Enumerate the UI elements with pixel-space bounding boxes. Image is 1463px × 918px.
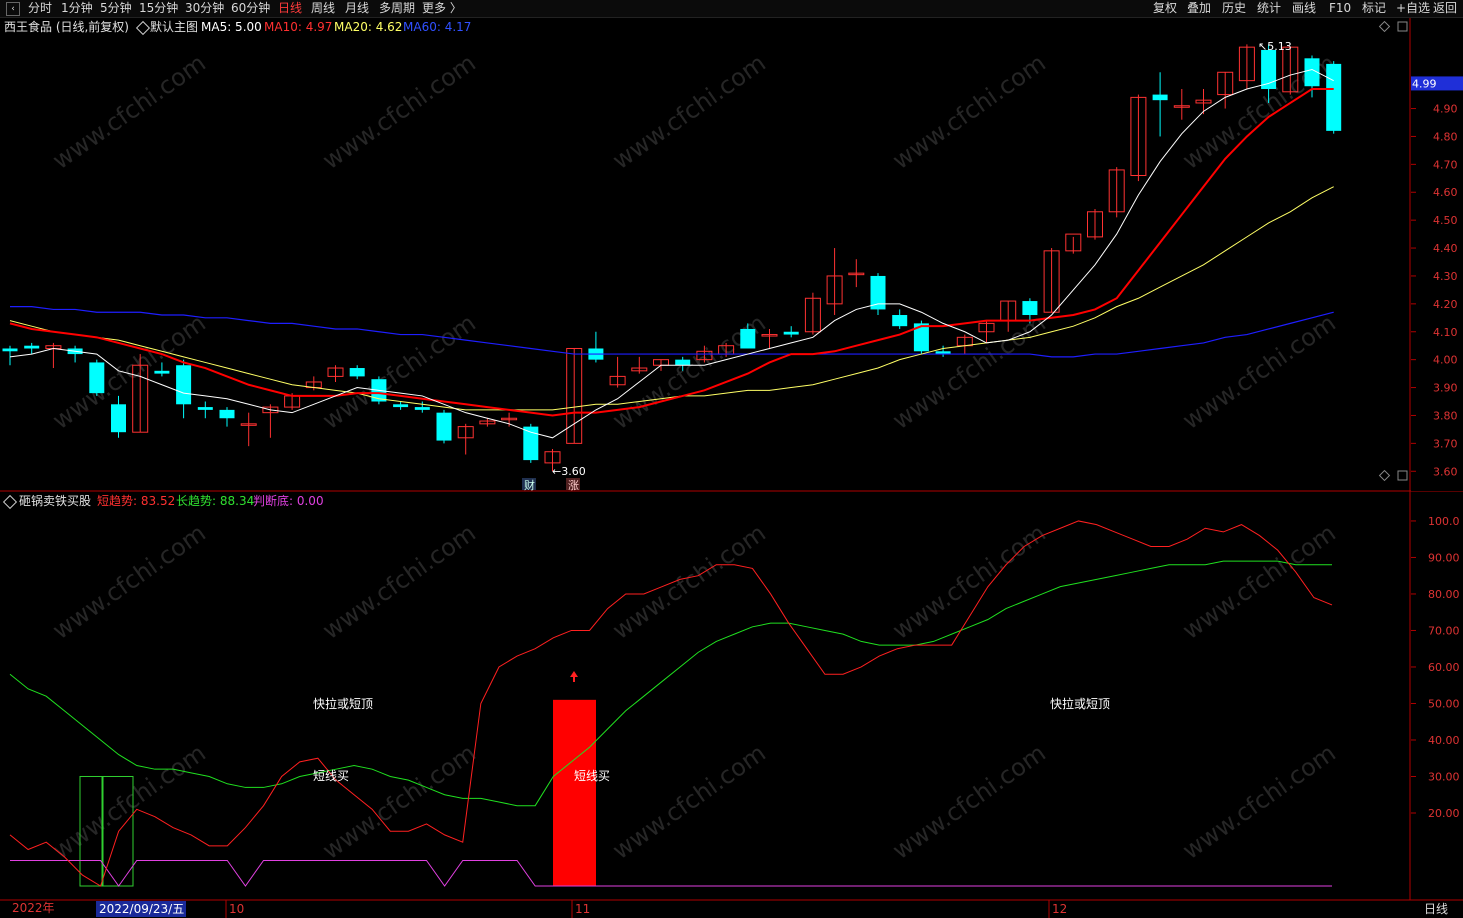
bottom-judge-line <box>10 859 1332 887</box>
price-label: 4.70 <box>1433 158 1458 171</box>
price-label: 3.70 <box>1433 437 1458 450</box>
candle-body <box>111 404 126 433</box>
candle-body <box>436 412 452 441</box>
time-month-12: 12 <box>1052 902 1067 916</box>
watermark: www.cfchi.com <box>47 519 210 645</box>
watermark: www.cfchi.com <box>317 519 480 645</box>
indicator-label: 20.00 <box>1428 807 1460 820</box>
low-marker: ←3.60 <box>552 465 586 478</box>
time-month-11: 11 <box>575 902 590 916</box>
indicator-label: 90.00 <box>1428 551 1460 564</box>
signal-top-label: 快拉或短顶 <box>313 696 373 711</box>
signal-buy-label: 短线买 <box>574 769 610 783</box>
high-marker: ↖5.13 <box>1258 40 1292 53</box>
chart-canvas[interactable]: 4.90 4.80 4.70 4.60 4.50 4.40 4.30 4.20 4.10 4.00… <box>0 0 1463 918</box>
price-label: 3.80 <box>1433 409 1458 422</box>
watermark: www.cfchi.com <box>317 739 480 865</box>
square-icon <box>1397 470 1408 481</box>
price-label: 4.20 <box>1433 298 1458 311</box>
candle-body <box>219 409 235 419</box>
candle-body <box>523 426 539 461</box>
zhang-badge: 涨 <box>568 479 579 492</box>
candle-body <box>2 348 18 352</box>
signal-top-label: 快拉或短顶 <box>1050 696 1110 711</box>
candle-body <box>154 370 170 374</box>
time-month-10: 10 <box>229 902 244 916</box>
candle-body <box>892 315 908 327</box>
indicator-label: 30.00 <box>1428 770 1460 783</box>
watermark: www.cfchi.com <box>317 49 480 175</box>
candle-body <box>870 275 886 310</box>
cai-badge: 财 <box>524 478 535 492</box>
watermark: www.cfchi.com <box>607 309 770 435</box>
price-label: 4.80 <box>1433 130 1458 143</box>
candle-body <box>1022 301 1038 316</box>
watermark: www.cfchi.com <box>47 49 210 175</box>
indicator-label: 60.00 <box>1428 661 1460 674</box>
watermark: www.cfchi.com <box>607 49 770 175</box>
watermark: www.cfchi.com <box>887 49 1050 175</box>
watermark: www.cfchi.com <box>1177 739 1340 865</box>
price-label: 4.40 <box>1433 242 1458 255</box>
indicator-label: 80.00 <box>1428 588 1460 601</box>
price-label: 4.30 <box>1433 270 1458 283</box>
watermark: www.cfchi.com <box>887 519 1050 645</box>
watermark: www.cfchi.com <box>317 309 480 435</box>
price-label: 3.60 <box>1433 465 1458 478</box>
signal-buy-label: 短线买 <box>313 769 349 783</box>
watermark: www.cfchi.com <box>607 739 770 865</box>
watermark: www.cfchi.com <box>887 309 1050 435</box>
diamond-icon <box>1378 469 1391 482</box>
candle-body <box>349 368 365 377</box>
price-label: 4.00 <box>1433 354 1458 367</box>
watermark: www.cfchi.com <box>47 739 210 865</box>
indicator-label: 50.00 <box>1428 697 1460 710</box>
candle-body <box>414 407 430 410</box>
candle-body <box>176 365 192 405</box>
candle-body <box>393 404 409 408</box>
watermark: www.cfchi.com <box>1177 309 1340 435</box>
candle-body <box>1152 94 1168 101</box>
price-label: 4.60 <box>1433 186 1458 199</box>
price-label: 3.90 <box>1433 382 1458 395</box>
candle-body <box>675 359 691 366</box>
candle-body <box>89 362 105 394</box>
buy-signal-bar <box>553 699 596 886</box>
time-cursor: 2022/09/23/五 <box>99 902 184 916</box>
candle-body <box>740 328 756 349</box>
time-period: 日线 <box>1424 902 1448 916</box>
watermark: www.cfchi.com <box>1177 519 1340 645</box>
indicator-label: 40.00 <box>1428 734 1460 747</box>
candle-body <box>783 331 799 335</box>
indicator-label: 100.0 <box>1428 515 1460 528</box>
time-year: 2022年 <box>12 901 55 915</box>
price-label: 4.10 <box>1433 326 1458 339</box>
watermark: www.cfchi.com <box>887 739 1050 865</box>
indicator-label: 70.00 <box>1428 624 1460 637</box>
price-label: 4.90 <box>1433 103 1458 116</box>
price-label: 4.50 <box>1433 214 1458 227</box>
square-icon <box>1397 21 1408 32</box>
candle-body <box>197 407 213 410</box>
current-price-label: 4.99 <box>1412 77 1437 90</box>
watermark: www.cfchi.com <box>607 519 770 645</box>
candle-body <box>24 345 40 349</box>
diamond-icon <box>1378 20 1391 33</box>
candle-body <box>1326 63 1342 131</box>
